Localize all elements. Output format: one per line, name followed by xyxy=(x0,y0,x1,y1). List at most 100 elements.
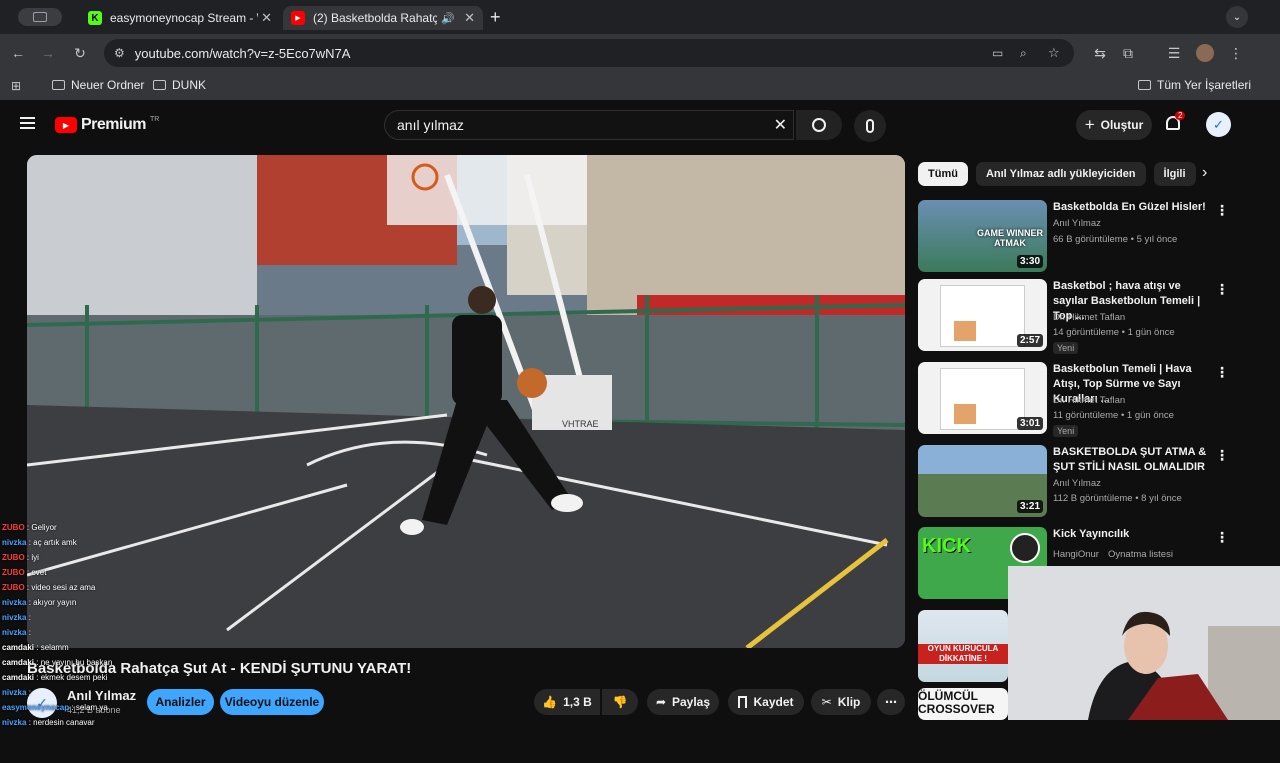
chat-text: : aç artık amk xyxy=(28,538,77,547)
channel-name[interactable]: Dr. Hikmet Taflan xyxy=(1053,395,1125,406)
share-button[interactable]: ➦ Paylaş xyxy=(647,689,719,715)
window-icon xyxy=(33,12,47,22)
chip-from-uploader[interactable]: Anıl Yılmaz adlı yükleyiciden xyxy=(975,162,1146,186)
channel-name[interactable]: Anıl Yılmaz xyxy=(1053,218,1101,229)
chat-text: : xyxy=(28,628,31,637)
create-button[interactable]: + Oluştur xyxy=(1076,110,1152,140)
create-label: Oluştur xyxy=(1100,118,1144,132)
close-tab-icon[interactable]: ✕ xyxy=(261,10,272,26)
all-bookmarks-folder[interactable]: Tüm Yer İşaretleri xyxy=(1138,78,1251,92)
browser-menu-icon[interactable]: ⋮ xyxy=(1226,43,1246,63)
video-thumbnail[interactable]: ÖLÜMCÜL CROSSOVER xyxy=(918,688,1008,720)
forward-arrow-icon[interactable]: → xyxy=(38,43,58,63)
chip-all[interactable]: Tümü xyxy=(918,162,968,186)
more-horizontal-icon: ⋯ xyxy=(885,695,897,709)
bookmark-folder-dunk[interactable]: DUNK xyxy=(153,78,206,92)
bookmark-folder-neuer-ordner[interactable]: Neuer Ordner xyxy=(52,78,144,92)
edit-video-button[interactable]: Videoyu düzenle xyxy=(220,689,324,715)
extensions-icon[interactable]: ⧉ xyxy=(1118,43,1138,63)
video-player[interactable]: VHTRAE xyxy=(27,155,905,648)
voice-search-button[interactable] xyxy=(854,110,886,142)
clip-button[interactable]: ✂ Klip xyxy=(811,689,871,715)
notifications-button[interactable]: 2 xyxy=(1164,111,1186,136)
video-title[interactable]: BASKETBOLDA ŞUT ATMA & ŞUT STİLİ NASIL O… xyxy=(1053,445,1213,475)
video-thumbnail[interactable]: 3:01 xyxy=(918,362,1047,434)
site-info-icon[interactable]: ⚙ xyxy=(114,46,125,60)
search-button[interactable] xyxy=(796,110,842,140)
chat-text: : selamm xyxy=(36,643,69,652)
new-badge: Yeni xyxy=(1053,425,1079,437)
apps-grid-icon[interactable]: ⊞ xyxy=(11,79,21,93)
channel-name[interactable]: Anıl Yılmaz xyxy=(1053,478,1101,489)
new-tab-button[interactable]: + xyxy=(490,7,501,28)
chat-text: : iyi xyxy=(26,553,39,562)
video-thumbnail[interactable]: OYUN KURUCULA DİKKATİNE ! xyxy=(918,610,1008,682)
chat-username: camdaki xyxy=(2,673,35,682)
browser-toolbar: ← → ↻ ⚙ youtube.com/watch?v=z-5Eco7wN7A … xyxy=(0,34,1280,72)
clear-search-icon[interactable]: ✕ xyxy=(774,115,787,135)
translate-icon[interactable]: ⇆ xyxy=(1090,43,1110,63)
channel-name[interactable]: HangiOnur xyxy=(1053,549,1099,560)
recommendation-item[interactable]: 2:57 Basketbol ; hava atışı ve sayılar B… xyxy=(918,279,1229,354)
folder-icon xyxy=(153,80,166,90)
kick-favicon-icon: K xyxy=(88,11,102,25)
thumbnail-caption: ÖLÜMCÜL CROSSOVER xyxy=(918,689,995,716)
close-tab-icon[interactable]: ✕ xyxy=(464,10,475,26)
channel-name[interactable]: Dr. Hikmet Taflan xyxy=(1053,312,1125,323)
chat-text: : ne yayını bu başkan xyxy=(36,658,113,667)
bookmark-icon xyxy=(738,696,748,708)
more-options-icon[interactable]: ⋮ xyxy=(1215,447,1229,464)
more-options-icon[interactable]: ⋮ xyxy=(1215,364,1229,381)
chevron-right-icon[interactable]: › xyxy=(1202,164,1207,182)
chat-username: nivzka xyxy=(2,688,27,697)
chip-related[interactable]: İlgili xyxy=(1153,162,1196,186)
more-actions-button[interactable]: ⋯ xyxy=(877,689,905,715)
analytics-button[interactable]: Analizler xyxy=(147,689,214,715)
bookmark-star-icon[interactable]: ☆ xyxy=(1048,45,1060,61)
channel-name[interactable]: Anıl Yılmaz xyxy=(67,688,136,703)
chat-message: ZUBO : iyi xyxy=(2,553,39,563)
account-avatar[interactable]: ✓ xyxy=(1206,112,1231,137)
bookmark-label: Neuer Ordner xyxy=(71,78,145,92)
tab-search-button[interactable]: ⌄ xyxy=(1226,6,1248,28)
reload-icon[interactable]: ↻ xyxy=(70,43,90,63)
thumbnail-caption: GAME WINNER ATMAK xyxy=(977,228,1043,248)
video-thumbnail[interactable]: GAME WINNER ATMAK 3:30 xyxy=(918,200,1047,272)
hamburger-menu-icon[interactable] xyxy=(20,117,35,129)
video-title[interactable]: Basketbolda En Güzel Hisler! xyxy=(1053,200,1213,215)
address-bar[interactable]: ⚙ youtube.com/watch?v=z-5Eco7wN7A ▭ ⌕ ☆ xyxy=(104,39,1074,67)
more-options-icon[interactable]: ⋮ xyxy=(1215,202,1229,219)
chat-username: nivzka xyxy=(2,613,27,622)
tab-title: (2) Basketbolda Rahatça Ş xyxy=(313,11,437,25)
dislike-button[interactable]: 👎 xyxy=(602,689,638,715)
search-input[interactable]: anıl yılmaz ✕ xyxy=(384,110,794,140)
tab-groups-button[interactable] xyxy=(18,8,62,26)
video-duration: 3:01 xyxy=(1016,417,1043,430)
speaker-icon[interactable]: 🔊 xyxy=(441,12,455,25)
court-sign: VHTRAE xyxy=(562,419,599,429)
more-options-icon[interactable]: ⋮ xyxy=(1215,281,1229,298)
tab-kick-stream[interactable]: K easymoneynocap Stream - W ✕ xyxy=(80,6,280,30)
folder-icon xyxy=(52,80,65,90)
youtube-logo[interactable]: ▶ Premium TR xyxy=(55,116,159,134)
zoom-icon[interactable]: ⌕ xyxy=(1020,46,1027,61)
video-thumbnail[interactable]: 3:21 xyxy=(918,445,1047,517)
save-label: Kaydet xyxy=(753,695,794,709)
profile-avatar[interactable] xyxy=(1196,44,1214,62)
region-code: TR xyxy=(149,116,160,123)
recommendation-item[interactable]: GAME WINNER ATMAK 3:30 Basketbolda En Gü… xyxy=(918,200,1229,275)
tab-youtube-video[interactable]: ▶ (2) Basketbolda Rahatça Ş 🔊 ✕ xyxy=(283,6,483,30)
playlist-title[interactable]: Kick Yayıncılık xyxy=(1053,527,1213,542)
more-options-icon[interactable]: ⋮ xyxy=(1215,529,1229,546)
like-button[interactable]: 👍 1,3 B xyxy=(534,689,600,715)
cast-icon[interactable]: ▭ xyxy=(992,46,1003,60)
chat-message: nivzka : xyxy=(2,688,31,698)
recommendation-item[interactable]: 3:21 BASKETBOLDA ŞUT ATMA & ŞUT STİLİ NA… xyxy=(918,445,1229,520)
video-thumbnail[interactable]: 2:57 xyxy=(918,279,1047,351)
back-arrow-icon[interactable]: ← xyxy=(8,43,28,63)
save-button[interactable]: Kaydet xyxy=(728,689,804,715)
chat-username: ZUBO xyxy=(2,583,25,592)
recommendation-item[interactable]: 3:01 Basketbolun Temeli | Hava Atışı, To… xyxy=(918,362,1229,437)
reading-list-icon[interactable]: ☰ xyxy=(1164,43,1184,63)
video-duration: 3:21 xyxy=(1016,500,1043,513)
